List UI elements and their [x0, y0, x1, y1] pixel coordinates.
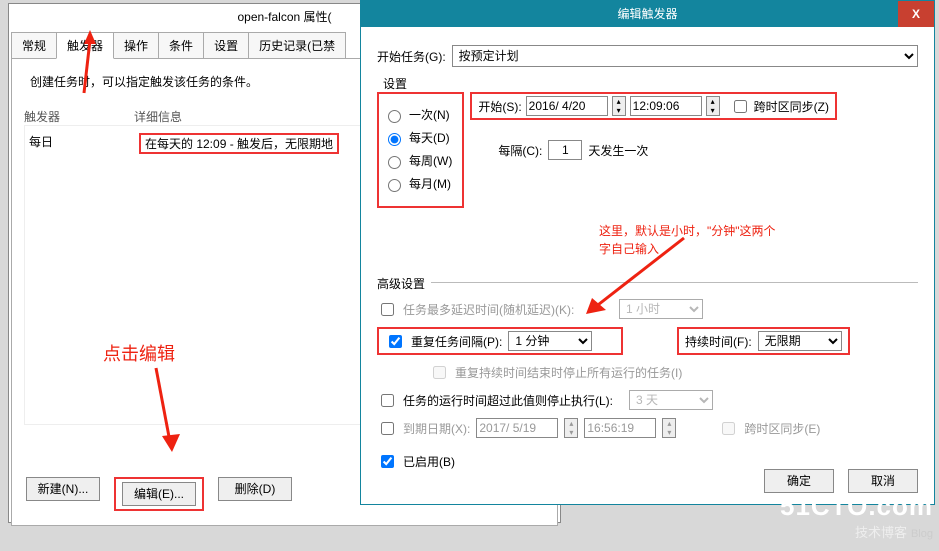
delete-button[interactable]: 删除(D) — [218, 477, 292, 501]
arrow-to-edit — [126, 360, 206, 460]
col-detail: 详细信息 — [134, 108, 182, 125]
tz-sync-label: 跨时区同步(Z) — [754, 98, 829, 115]
start-task-select[interactable]: 按预定计划 — [452, 45, 918, 67]
expire-time-spinner: ▴▾ — [662, 418, 676, 438]
cancel-button[interactable]: 取消 — [848, 469, 918, 493]
button-row: 新建(N)... 编辑(E)... 删除(D) — [26, 477, 292, 511]
expire-label: 到期日期(X): — [403, 420, 470, 437]
tab-settings[interactable]: 设置 — [203, 32, 249, 59]
tz2-checkbox — [722, 422, 735, 435]
tab-general[interactable]: 常规 — [11, 32, 57, 59]
date-spinner[interactable]: ▴▾ — [612, 96, 626, 116]
expire-date-input — [476, 418, 558, 438]
repeat-checkbox[interactable] — [389, 335, 402, 348]
repeat-label: 重复任务间隔(P): — [411, 333, 502, 350]
enabled-label: 已启用(B) — [403, 453, 455, 470]
timeout-select: 3 天 — [629, 390, 713, 410]
edit-button[interactable]: 编辑(E)... — [122, 482, 196, 506]
repeat-select[interactable]: 1 分钟 — [508, 331, 592, 351]
arrow-to-repeat — [578, 232, 698, 322]
advanced-heading: 高级设置 — [377, 275, 431, 292]
frequency-radio-group: 一次(N) 每天(D) 每周(W) 每月(M) — [377, 92, 464, 208]
duration-label: 持续时间(F): — [685, 333, 752, 350]
tz-sync-checkbox[interactable] — [734, 100, 747, 113]
expire-date-spinner: ▴▾ — [564, 418, 578, 438]
radio-weekly[interactable]: 每周(W) — [383, 152, 452, 169]
arrow-to-tab — [66, 28, 106, 98]
close-button[interactable]: X — [898, 1, 934, 27]
tab-history[interactable]: 历史记录(已禁 — [248, 32, 346, 59]
row-trigger: 每日 — [29, 133, 139, 154]
radio-daily[interactable]: 每天(D) — [383, 129, 452, 146]
tz2-label: 跨时区同步(E) — [744, 420, 820, 437]
timeout-checkbox[interactable] — [381, 394, 394, 407]
new-button[interactable]: 新建(N)... — [26, 477, 100, 501]
expire-time-input — [584, 418, 656, 438]
settings-heading: 设置 — [383, 75, 918, 92]
dialog-title: 编辑触发器 — [617, 1, 677, 27]
timeout-label: 任务的运行时间超过此值则停止执行(L): — [403, 392, 623, 409]
start-task-label: 开始任务(G): — [377, 48, 446, 65]
expire-checkbox[interactable] — [381, 422, 394, 435]
delay-checkbox[interactable] — [381, 303, 394, 316]
ok-button[interactable]: 确定 — [764, 469, 834, 493]
stop-running-label: 重复持续时间结束时停止所有运行的任务(I) — [455, 364, 682, 381]
start-date-input[interactable] — [526, 96, 608, 116]
duration-select[interactable]: 无限期 — [758, 331, 842, 351]
radio-once[interactable]: 一次(N) — [383, 106, 452, 123]
stop-running-checkbox — [433, 366, 446, 379]
tab-conditions[interactable]: 条件 — [158, 32, 204, 59]
tab-actions[interactable]: 操作 — [113, 32, 159, 59]
time-spinner[interactable]: ▴▾ — [706, 96, 720, 116]
start-label: 开始(S): — [478, 98, 521, 115]
every-unit: 天发生一次 — [588, 142, 648, 159]
dialog-title-bar: 编辑触发器 X — [361, 1, 934, 27]
row-detail: 在每天的 12:09 - 触发后，无限期地 — [139, 133, 339, 154]
col-trigger: 触发器 — [24, 108, 134, 125]
start-time-input[interactable] — [630, 96, 702, 116]
enabled-checkbox[interactable] — [381, 455, 394, 468]
every-value-input[interactable] — [548, 140, 582, 160]
every-label: 每隔(C): — [498, 142, 542, 159]
radio-monthly[interactable]: 每月(M) — [383, 175, 452, 192]
